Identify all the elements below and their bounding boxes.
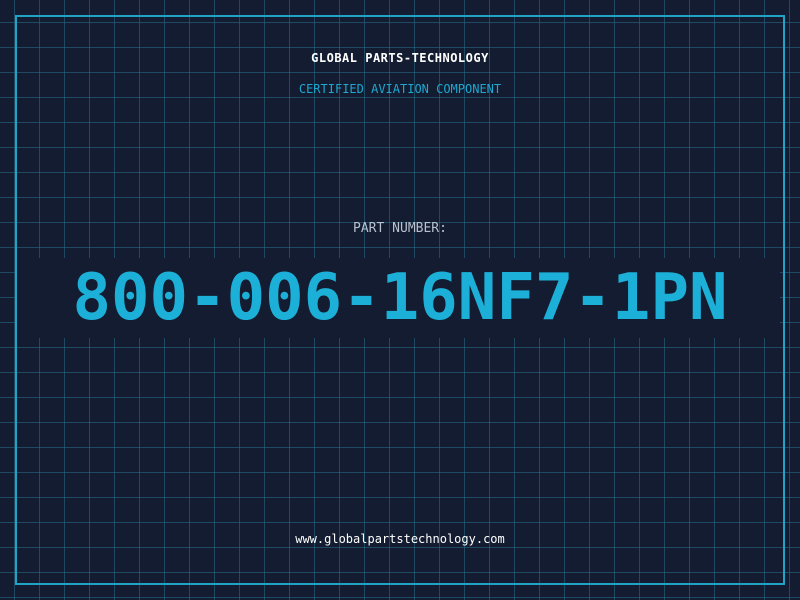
brand-name: GLOBAL PARTS-TECHNOLOGY	[311, 51, 489, 65]
part-number-label: PART NUMBER:	[353, 221, 447, 236]
certification-subtitle: CERTIFIED AVIATION COMPONENT	[298, 82, 502, 96]
website-link[interactable]: www.globalpartstechnology.com	[0, 531, 800, 547]
part-number-value: 800-006-16NF7-1PN	[72, 261, 728, 335]
